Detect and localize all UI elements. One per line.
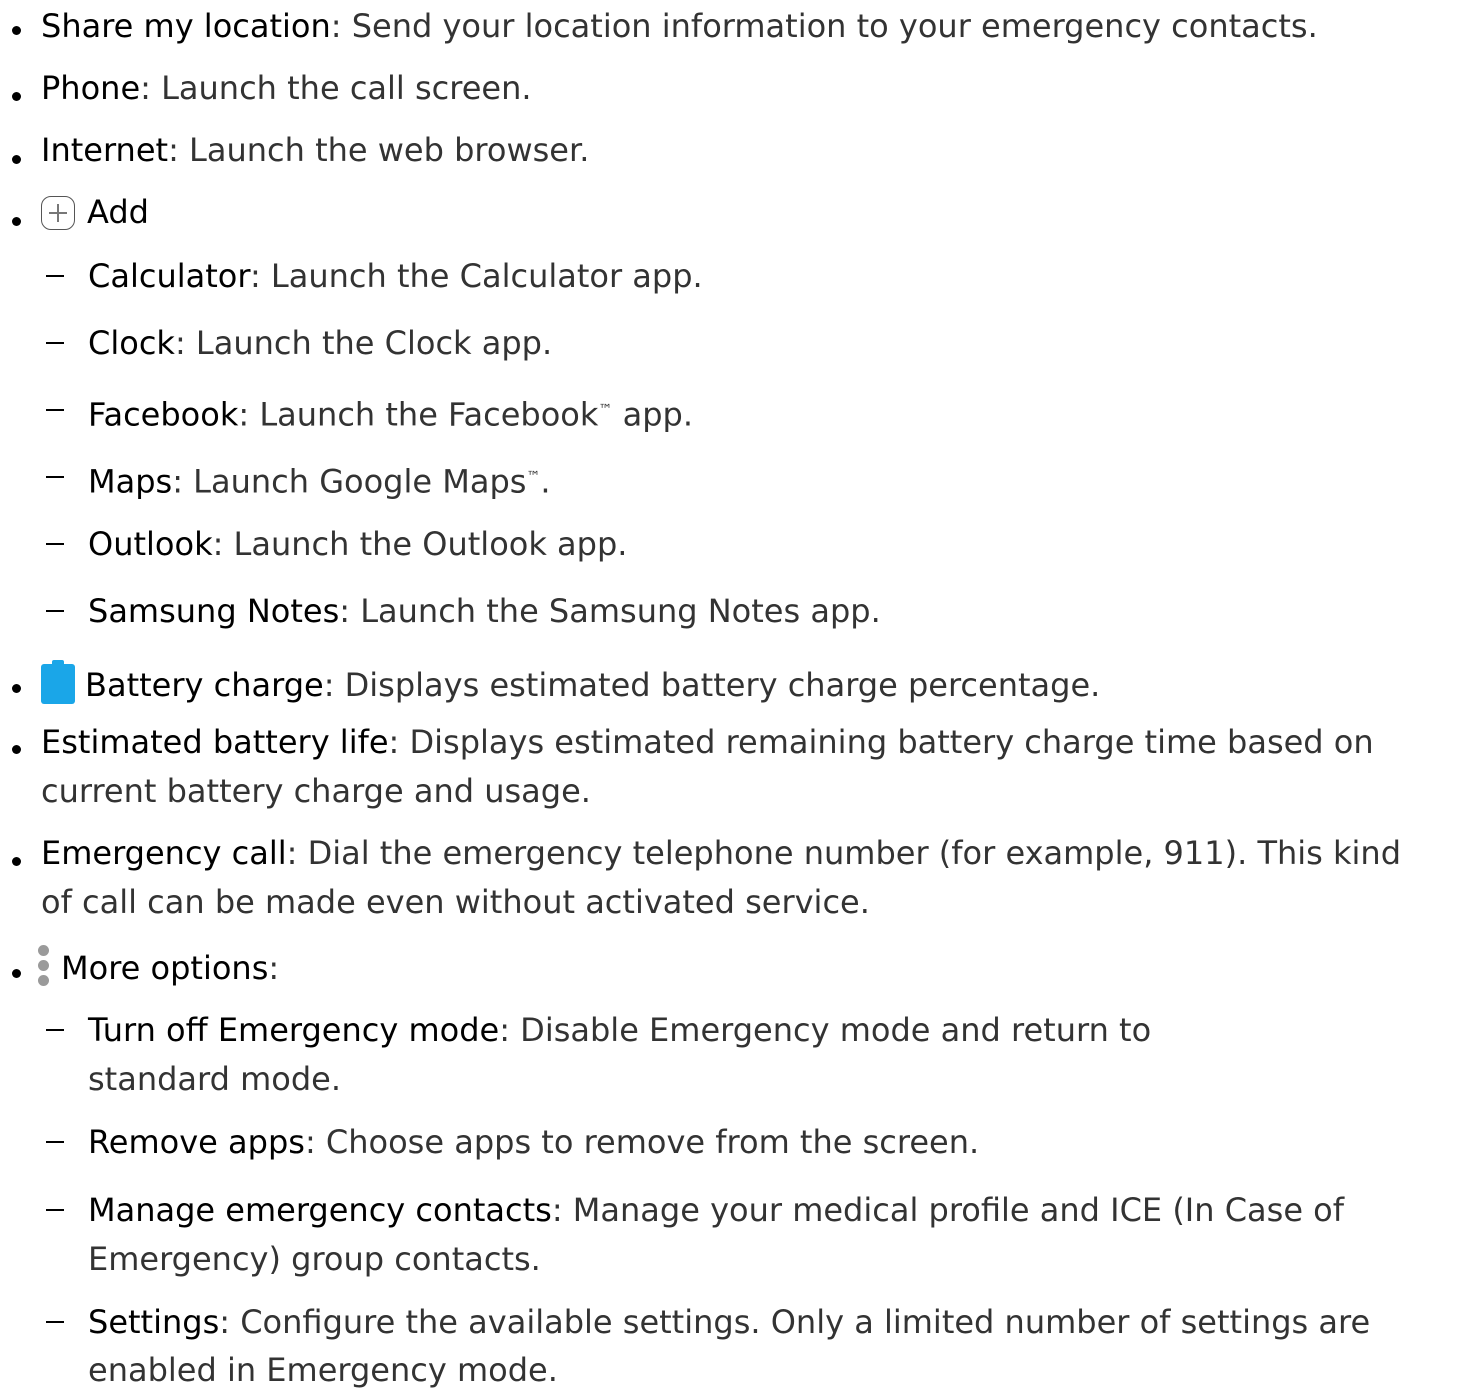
- list-dash: [46, 543, 64, 545]
- item-desc: Emergency) group contacts.: [88, 1240, 541, 1278]
- item-desc: : Disable Emergency mode and return to: [499, 1011, 1152, 1049]
- item-desc: enabled in Emergency mode.: [88, 1351, 558, 1389]
- list-item-phone: Phone: Launch the call screen.: [41, 68, 1460, 108]
- item-term: Battery charge: [85, 666, 324, 704]
- item-term: Settings: [88, 1303, 220, 1341]
- list-dash: [46, 275, 64, 277]
- item-desc-continued: standard mode.: [88, 1059, 1460, 1099]
- list-dash: [46, 476, 64, 478]
- sub-item-calculator: Calculator: Launch the Calculator app.: [88, 256, 1460, 296]
- item-desc: : Launch the Outlook app.: [212, 525, 628, 563]
- item-desc: .: [540, 462, 551, 501]
- item-term: Phone: [41, 69, 141, 107]
- list-item-add: Add: [41, 192, 1460, 232]
- item-desc: : Displays estimated remaining battery c…: [388, 723, 1374, 761]
- item-desc: : Launch the Facebook: [238, 395, 599, 434]
- item-term: Turn off Emergency mode: [88, 1011, 500, 1049]
- list-item-emergency-call: Emergency call: Dial the emergency telep…: [41, 833, 1460, 873]
- item-desc: : Dial the emergency telephone number (f…: [286, 834, 1402, 872]
- sub-item-facebook: Facebook: Launch the Facebook™ app.: [88, 390, 1460, 435]
- sub-item-outlook: Outlook: Launch the Outlook app.: [88, 524, 1460, 564]
- trademark-symbol: ™: [598, 402, 613, 418]
- list-dash: [46, 1141, 64, 1143]
- item-desc-continued: enabled in Emergency mode.: [88, 1350, 1460, 1390]
- item-desc: : Configure the available settings. Only…: [219, 1303, 1371, 1341]
- list-dash: [46, 409, 64, 411]
- more-options-icon: [37, 945, 51, 987]
- list-item-share-location: Share my location: Send your location in…: [41, 6, 1460, 46]
- list-dash: [46, 1209, 64, 1211]
- item-desc: : Launch Google Maps: [172, 462, 527, 501]
- sub-item-maps: Maps: Launch Google Maps™.: [88, 457, 1460, 502]
- item-term: Samsung Notes: [88, 592, 340, 630]
- item-term: Facebook: [88, 395, 239, 434]
- sub-item-manage-emergency-contacts: Manage emergency contacts: Manage your m…: [88, 1190, 1460, 1230]
- item-term: Remove apps: [88, 1123, 305, 1161]
- list-bullet: [12, 92, 21, 101]
- item-desc: :: [268, 949, 280, 987]
- list-bullet: [12, 857, 21, 866]
- plus-icon: [41, 196, 75, 230]
- item-desc: : Launch the web browser.: [168, 131, 590, 169]
- list-bullet: [12, 155, 21, 164]
- list-item-more-options: More options:: [38, 945, 1460, 988]
- sub-item-turn-off-emergency-mode: Turn off Emergency mode: Disable Emergen…: [88, 1010, 1460, 1050]
- list-dash: [46, 610, 64, 612]
- item-term: Manage emergency contacts: [88, 1191, 552, 1229]
- list-bullet: [12, 969, 21, 978]
- list-bullet: [12, 684, 21, 693]
- sub-item-remove-apps: Remove apps: Choose apps to remove from …: [88, 1122, 1460, 1162]
- item-desc: current battery charge and usage.: [41, 772, 591, 810]
- item-term: Internet: [41, 131, 169, 169]
- list-item-estimated-battery-life: Estimated battery life: Displays estimat…: [41, 722, 1460, 762]
- item-term: Share my location: [41, 7, 331, 45]
- item-desc: : Manage your medical profile and ICE (I…: [551, 1191, 1345, 1229]
- item-term: Calculator: [88, 257, 250, 295]
- item-term: More options: [61, 949, 269, 987]
- item-term: Add: [87, 193, 149, 231]
- item-desc: : Launch the Clock app.: [174, 324, 553, 362]
- list-bullet: [12, 26, 21, 35]
- list-bullet: [12, 745, 21, 754]
- item-desc: : Launch the Samsung Notes app.: [339, 592, 881, 630]
- item-desc: standard mode.: [88, 1060, 342, 1098]
- item-term: Clock: [88, 324, 175, 362]
- sub-item-settings: Settings: Configure the available settin…: [88, 1302, 1460, 1342]
- item-term: Emergency call: [41, 834, 287, 872]
- sub-item-clock: Clock: Launch the Clock app.: [88, 323, 1460, 363]
- list-dash: [46, 342, 64, 344]
- list-dash: [46, 1029, 64, 1031]
- list-item-internet: Internet: Launch the web browser.: [41, 130, 1460, 170]
- item-term: Maps: [88, 462, 173, 501]
- list-bullet: [12, 217, 21, 226]
- battery-icon: [41, 660, 75, 704]
- item-desc-continued: of call can be made even without activat…: [41, 882, 1460, 922]
- list-item-battery-charge: Battery charge: Displays estimated batte…: [41, 660, 1460, 705]
- item-desc-continued: current battery charge and usage.: [41, 771, 1460, 811]
- item-desc: : Send your location information to your…: [330, 7, 1318, 45]
- item-desc: : Launch the call screen.: [140, 69, 532, 107]
- item-desc: : Displays estimated battery charge perc…: [323, 666, 1101, 704]
- sub-item-samsung-notes: Samsung Notes: Launch the Samsung Notes …: [88, 591, 1460, 631]
- item-desc: : Choose apps to remove from the screen.: [304, 1123, 980, 1161]
- item-term: Outlook: [88, 525, 213, 563]
- item-desc-continued: Emergency) group contacts.: [88, 1239, 1460, 1279]
- item-desc: app.: [612, 395, 693, 434]
- item-desc: of call can be made even without activat…: [41, 883, 870, 921]
- item-desc: : Launch the Calculator app.: [249, 257, 703, 295]
- item-term: Estimated battery life: [41, 723, 389, 761]
- trademark-symbol: ™: [526, 469, 541, 485]
- list-dash: [46, 1321, 64, 1323]
